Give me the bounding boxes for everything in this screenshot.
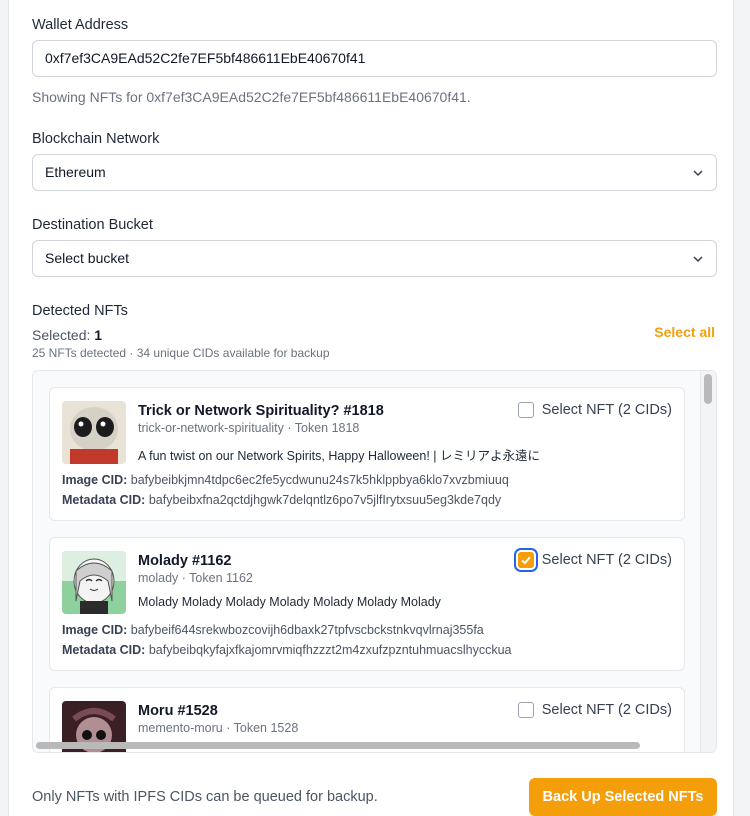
nft-card: Trick or Network Spirituality? #1818 tri… bbox=[49, 387, 685, 521]
chevron-down-icon bbox=[693, 170, 703, 177]
chevron-down-icon bbox=[693, 256, 703, 263]
image-cid-row: Image CID: bafybeif644srekwbozcovijh6dba… bbox=[62, 623, 484, 637]
metadata-cid-value: bafybeibqkyfajxfkajomrvmiqfhzzzt2m4zxufz… bbox=[148, 643, 512, 657]
selected-prefix: Selected: bbox=[32, 327, 91, 343]
metadata-cid-row: Metadata CID: bafybeibqkyfajxfkajomrvmiq… bbox=[62, 643, 511, 657]
select-nft-toggle[interactable]: Select NFT (2 CIDs) bbox=[517, 702, 672, 718]
blockchain-network-select[interactable]: Ethereum bbox=[32, 154, 717, 191]
select-all-button[interactable]: Select all bbox=[654, 324, 715, 340]
select-nft-label: Select NFT (2 CIDs) bbox=[541, 552, 672, 568]
detected-nfts-heading: Detected NFTs bbox=[32, 303, 128, 319]
metadata-cid-value: bafybeibxfna2qctdjhgwk7delqntlz6po7v5jlf… bbox=[148, 493, 502, 507]
selected-count-value: 1 bbox=[94, 327, 103, 343]
vertical-scrollbar-thumb[interactable] bbox=[704, 374, 712, 404]
destination-bucket-select[interactable]: Select bucket bbox=[32, 240, 717, 277]
select-nft-checkbox[interactable] bbox=[517, 402, 534, 418]
detection-summary: 25 NFTs detected · 34 unique CIDs availa… bbox=[32, 346, 330, 360]
nft-thumbnail bbox=[62, 551, 126, 614]
select-nft-checkbox[interactable] bbox=[517, 552, 534, 568]
wallet-address-input[interactable]: 0xf7ef3CA9EAd52C2fe7EF5bf486611EbE40670f… bbox=[32, 40, 717, 77]
image-cid-label: Image CID: bbox=[62, 623, 128, 637]
nft-backup-panel: Wallet Address 0xf7ef3CA9EAd52C2fe7EF5bf… bbox=[8, 0, 734, 816]
nft-description: A fun twist on our Network Spirits, Happ… bbox=[138, 449, 540, 463]
nft-description: Molady Molady Molady Molady Molady Molad… bbox=[138, 595, 441, 609]
wallet-address-label: Wallet Address bbox=[32, 17, 129, 33]
image-cid-value: bafybeif644srekwbozcovijh6dbaxk27tpfvscb… bbox=[130, 623, 484, 637]
metadata-cid-row: Metadata CID: bafybeibxfna2qctdjhgwk7del… bbox=[62, 493, 501, 507]
footer-note: Only NFTs with IPFS CIDs can be queued f… bbox=[32, 789, 378, 805]
nft-title: Moru #1528 bbox=[138, 703, 218, 719]
metadata-cid-label: Metadata CID: bbox=[62, 643, 146, 657]
image-cid-row: Image CID: bafybeibkjmn4tdpc6ec2fe5ycdwu… bbox=[62, 473, 509, 487]
back-up-selected-nfts-button[interactable]: Back Up Selected NFTs bbox=[529, 778, 717, 816]
bucket-selected-value: Select bucket bbox=[45, 250, 130, 266]
selected-count: Selected: 1 bbox=[32, 327, 102, 343]
select-nft-label: Select NFT (2 CIDs) bbox=[541, 402, 672, 418]
nft-card: Molady #1162 molady · Token 1162 Molady … bbox=[49, 537, 685, 671]
nft-list-scroll-area[interactable]: Trick or Network Spirituality? #1818 tri… bbox=[32, 370, 717, 753]
nft-subtitle: molady · Token 1162 bbox=[138, 571, 253, 585]
image-cid-value: bafybeibkjmn4tdpc6ec2fe5ycdwunu24s7k5hkl… bbox=[130, 473, 509, 487]
blockchain-network-label: Blockchain Network bbox=[32, 131, 160, 147]
image-cid-label: Image CID: bbox=[62, 473, 128, 487]
horizontal-scrollbar-thumb[interactable] bbox=[36, 742, 640, 749]
select-nft-label: Select NFT (2 CIDs) bbox=[541, 702, 672, 718]
select-nft-toggle[interactable]: Select NFT (2 CIDs) bbox=[517, 402, 672, 418]
checkmark-icon bbox=[521, 556, 531, 565]
vertical-scrollbar-track[interactable] bbox=[700, 371, 716, 752]
nft-title: Trick or Network Spirituality? #1818 bbox=[138, 403, 384, 419]
nft-subtitle: memento-moru · Token 1528 bbox=[138, 721, 299, 735]
select-nft-toggle[interactable]: Select NFT (2 CIDs) bbox=[517, 552, 672, 568]
nft-thumbnail bbox=[62, 401, 126, 464]
nft-subtitle: trick-or-network-spirituality · Token 18… bbox=[138, 421, 360, 435]
nft-title: Molady #1162 bbox=[138, 553, 232, 569]
network-selected-value: Ethereum bbox=[45, 164, 106, 180]
select-nft-checkbox[interactable] bbox=[517, 702, 534, 718]
destination-bucket-label: Destination Bucket bbox=[32, 217, 153, 233]
wallet-helper-text: Showing NFTs for 0xf7ef3CA9EAd52C2fe7EF5… bbox=[32, 89, 471, 105]
metadata-cid-label: Metadata CID: bbox=[62, 493, 146, 507]
